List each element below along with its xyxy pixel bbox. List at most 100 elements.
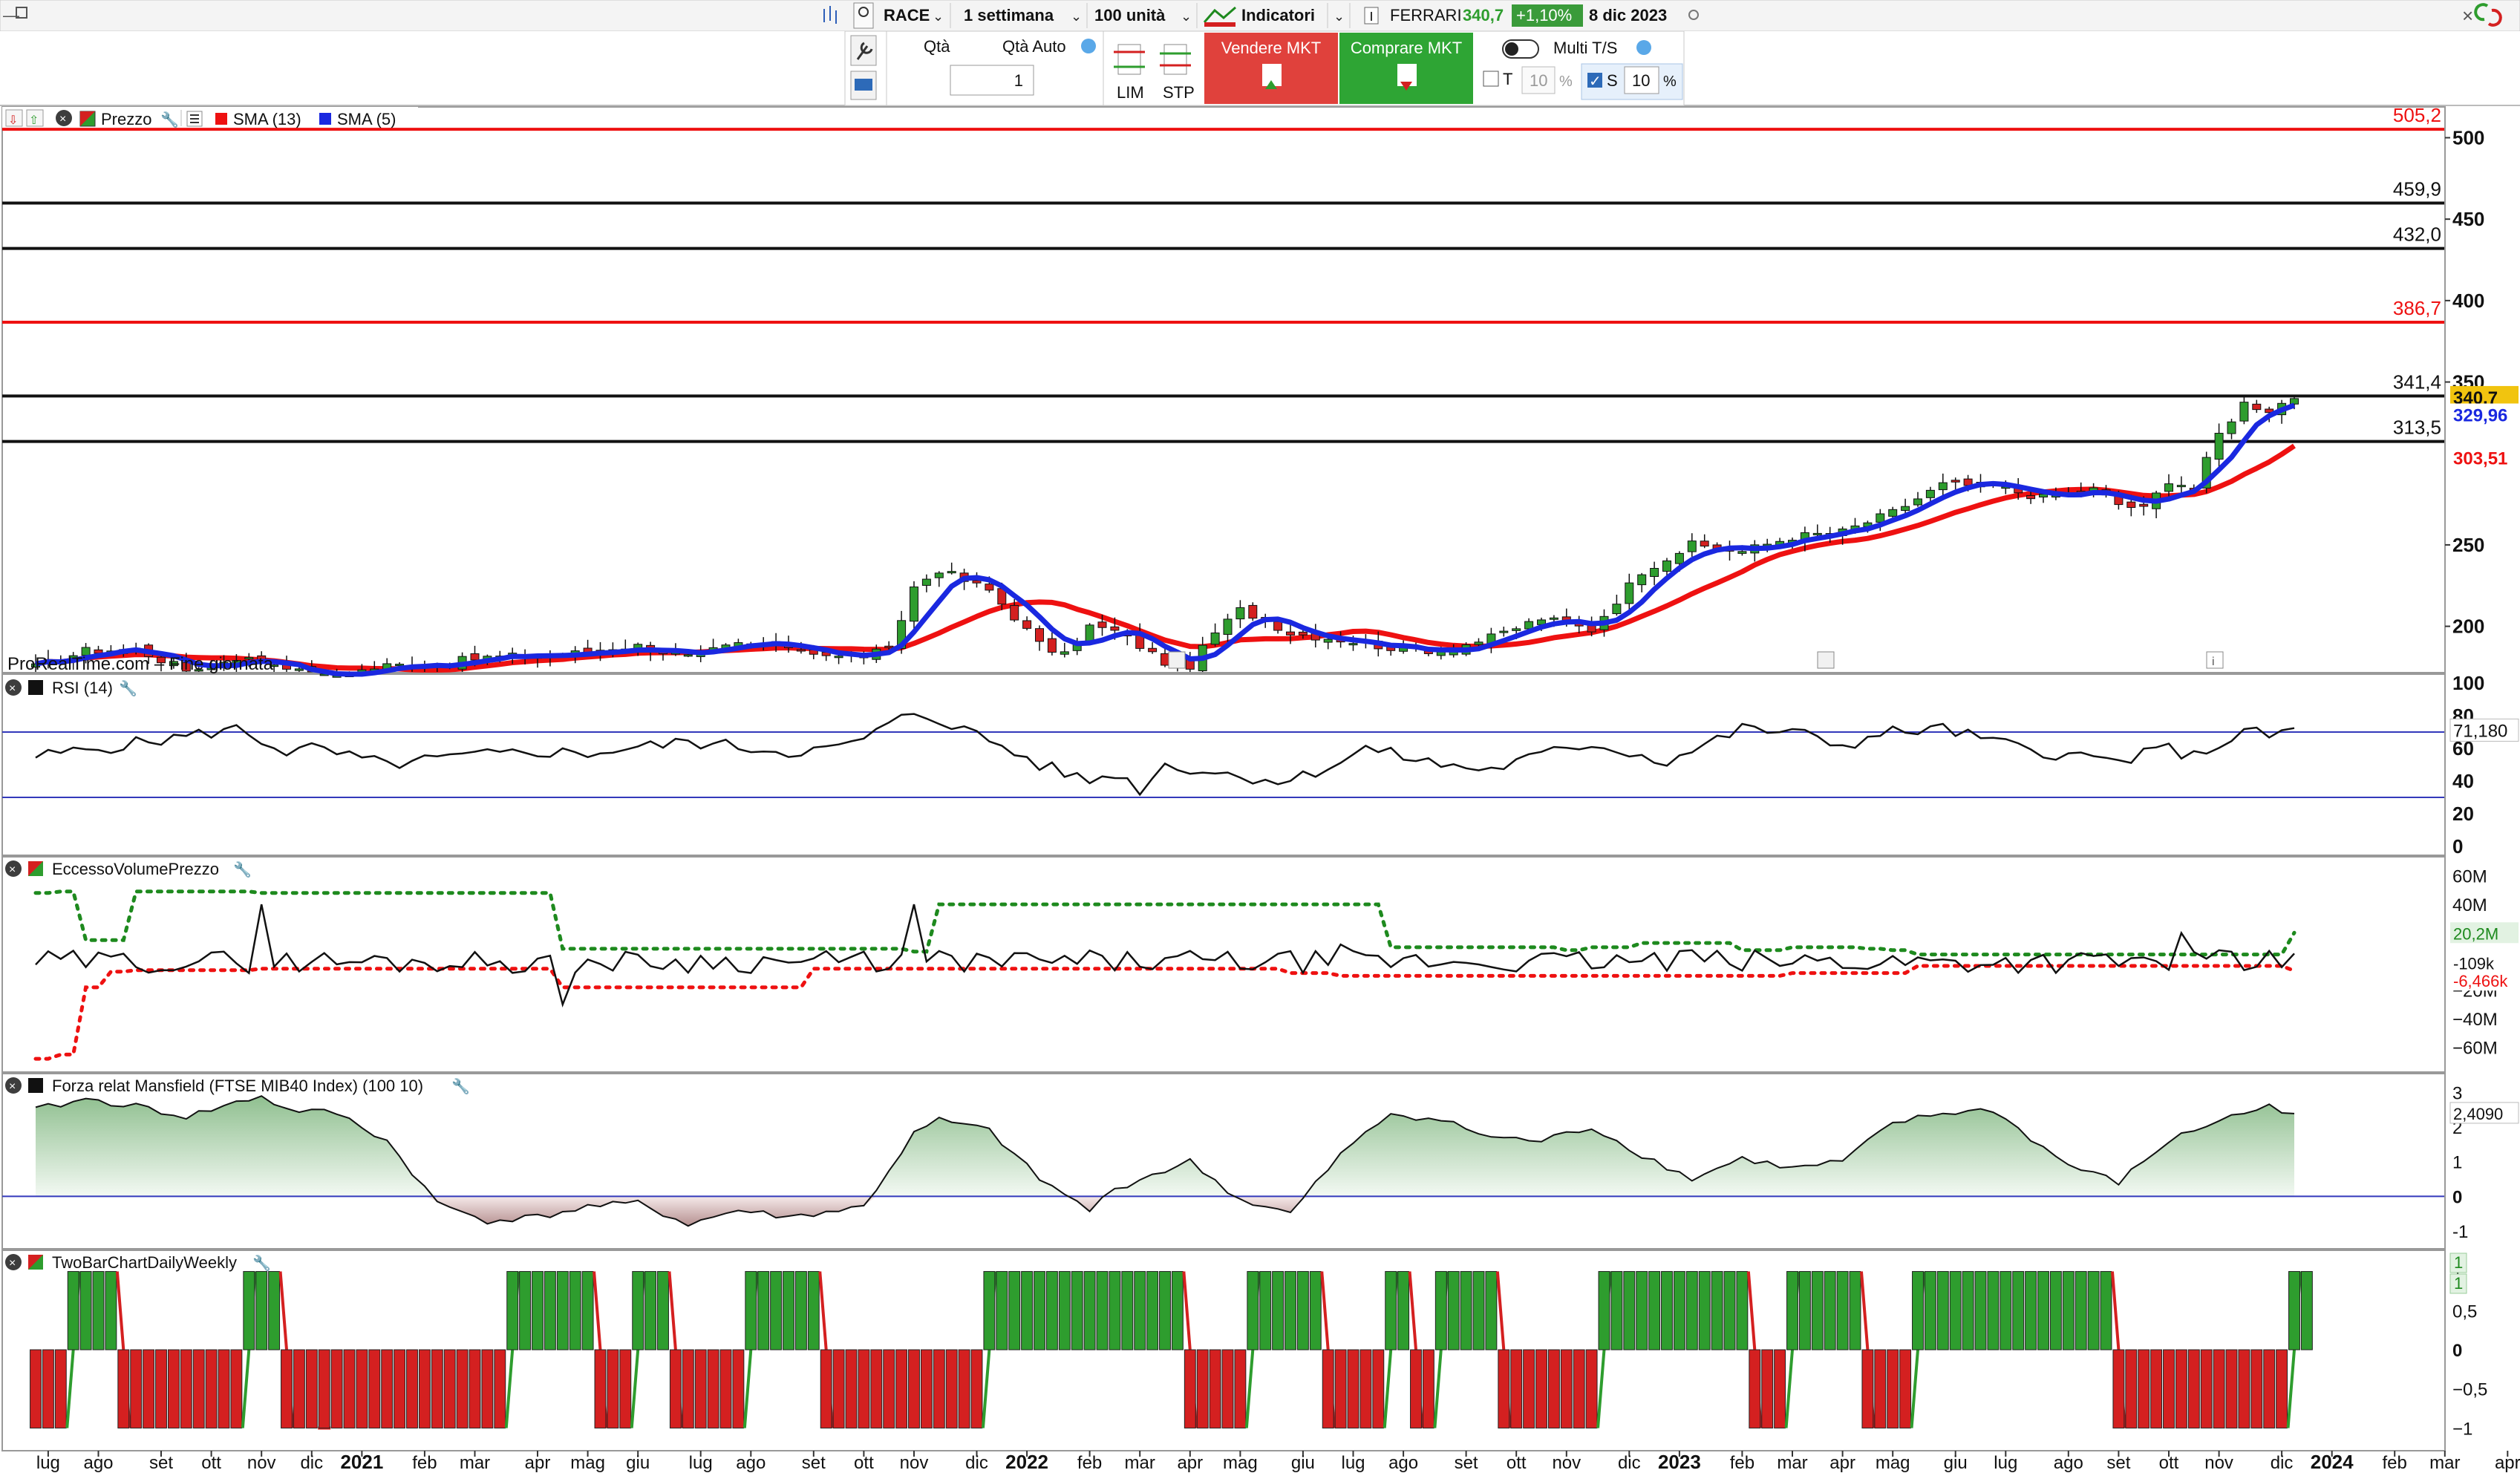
stp-button[interactable]: STP <box>1163 83 1195 102</box>
twobar-bar <box>1824 1271 1836 1350</box>
volume-lower-badge: -6,466k <box>2453 972 2508 990</box>
wrench-icon[interactable]: 🔧 <box>233 860 252 878</box>
chevron-down-icon[interactable]: ⌄ <box>1071 9 1082 24</box>
price-axis-label: 500 <box>2452 126 2484 148</box>
mansfield-axis-label: 1 <box>2452 1153 2462 1173</box>
wrench-icon[interactable]: 🔧 <box>119 679 137 697</box>
qta-label: Qtà <box>924 37 950 56</box>
twobar-bar <box>1008 1271 1021 1350</box>
chevron-down-icon[interactable]: ⌄ <box>1181 9 1192 24</box>
time-axis-year-label: 2022 <box>1005 1451 1048 1473</box>
limit-order-icon[interactable] <box>1114 44 1145 75</box>
chat-bubble-icon[interactable] <box>1636 40 1651 55</box>
list-icon[interactable] <box>186 111 203 127</box>
twobar-bar <box>1949 1271 1962 1350</box>
time-axis-month-label: ago <box>83 1453 113 1473</box>
twobar-bar <box>356 1349 368 1428</box>
time-axis-month-label: apr <box>1829 1453 1855 1473</box>
candle-body <box>1210 632 1220 645</box>
twobar-pane-header: × TwoBarChartDailyWeekly 🔧 <box>5 1253 271 1272</box>
dividend-event-icon[interactable] <box>1168 651 1186 669</box>
twobar-bar <box>832 1349 845 1428</box>
chart-canvas: — RACE ⌄ 1 settimana ⌄ 100 unità ⌄ Indic… <box>0 0 2520 1473</box>
twobar-bar <box>2175 1349 2187 1428</box>
lim-button[interactable]: LIM <box>1117 83 1144 102</box>
twobar-bar <box>707 1349 719 1428</box>
timeframe-label[interactable]: 1 settimana <box>964 6 1054 25</box>
volume-lower-band <box>33 964 2297 1061</box>
twobar-bar <box>657 1271 669 1350</box>
twobar-bar <box>632 1271 644 1350</box>
legend-sma5[interactable]: SMA (5) <box>337 110 396 128</box>
time-axis-month-label: mar <box>2429 1453 2460 1473</box>
t-checkbox[interactable] <box>1483 71 1499 87</box>
dividend-event-icon[interactable] <box>1817 651 1835 669</box>
time-axis-month-label: dic <box>965 1453 988 1473</box>
twobar-bar <box>1034 1271 1045 1350</box>
wrench-icon[interactable] <box>850 35 877 66</box>
time-axis-month-label: feb <box>2383 1453 2407 1473</box>
chevron-down-icon[interactable]: ⌄ <box>1334 9 1345 24</box>
twobar-bar <box>783 1271 794 1350</box>
volume-upper-badge: 20,2M <box>2453 924 2498 943</box>
twobar-bar <box>996 1271 1008 1350</box>
twobar-bar <box>431 1349 443 1428</box>
mansfield-positive-area <box>36 1096 2294 1197</box>
twobar-bar <box>1761 1349 1774 1428</box>
candle-body <box>1938 482 1948 491</box>
twobar-bar <box>1636 1271 1648 1350</box>
lock-icon[interactable] <box>853 2 874 29</box>
ticker-label[interactable]: RACE <box>884 6 930 25</box>
units-label[interactable]: 100 unità <box>1094 6 1166 25</box>
candle-body <box>2227 421 2236 434</box>
time-axis-month-label: mar <box>1125 1453 1155 1473</box>
price-level-label: 459,9 <box>2393 177 2441 200</box>
twobar-bar <box>343 1349 356 1428</box>
twobar-bar <box>1372 1349 1385 1428</box>
mansfield-title[interactable]: Forza relat Mansfield (FTSE MIB40 Index)… <box>52 1077 423 1095</box>
price-level-label: 505,2 <box>2393 104 2441 126</box>
twobar-bar <box>2200 1349 2213 1428</box>
wrench-icon[interactable]: 🔧 <box>252 1254 271 1272</box>
twobar-bar <box>2049 1271 2062 1350</box>
rsi-title[interactable]: RSI (14) <box>52 679 113 697</box>
chevron-down-icon[interactable]: ⌄ <box>933 9 944 24</box>
twobar-bar <box>1272 1271 1285 1350</box>
qta-auto-label[interactable]: Qtà Auto <box>1002 37 1066 56</box>
wrench-icon[interactable]: 🔧 <box>451 1077 470 1095</box>
legend-price[interactable]: Prezzo <box>101 110 151 128</box>
twobar-bar <box>2238 1349 2250 1428</box>
candle-body <box>1323 638 1333 643</box>
twobar-bar <box>2125 1349 2138 1428</box>
twobar-bar <box>1723 1271 1736 1350</box>
close-icon[interactable]: × <box>2462 4 2473 27</box>
multi-ts-toggle[interactable] <box>1502 39 1539 59</box>
twobar-bar <box>770 1271 783 1350</box>
volume-title[interactable]: EccessoVolumePrezzo <box>52 860 219 878</box>
instrument-info-icon[interactable] <box>1364 7 1379 25</box>
twobar-bar <box>1711 1271 1723 1350</box>
twobar-bar <box>1698 1271 1711 1350</box>
wrench-icon[interactable]: 🔧 <box>160 111 179 128</box>
quote-date: 8 dic 2023 <box>1589 6 1667 25</box>
info-event-icon[interactable] <box>2206 651 2224 669</box>
twobar-bar <box>1196 1349 1209 1428</box>
time-axis-month-label: mag <box>1223 1453 1258 1473</box>
indicators-button[interactable]: Indicatori <box>1241 6 1315 25</box>
volume-pane-header: × EccessoVolumePrezzo 🔧 <box>5 860 252 878</box>
stop-order-icon[interactable] <box>1160 44 1191 75</box>
twobar-bar <box>1296 1271 1309 1350</box>
rsi-axis-label: 100 <box>2452 672 2484 694</box>
twobar-bar <box>2150 1349 2163 1428</box>
twobar-bar <box>1096 1271 1109 1350</box>
keyboard-icon[interactable] <box>850 71 877 100</box>
candle-body <box>1097 621 1107 628</box>
last-price: 340,7 <box>1463 6 1504 25</box>
price-axis-label: 200 <box>2452 615 2484 638</box>
twobar-bar <box>2263 1349 2276 1428</box>
twobar-title[interactable]: TwoBarChartDailyWeekly <box>52 1253 237 1272</box>
twobar-bar <box>757 1271 770 1350</box>
multi-ts-label: Multi T/S <box>1553 39 1617 57</box>
legend-sma13[interactable]: SMA (13) <box>233 110 301 128</box>
chat-bubble-icon[interactable] <box>1081 39 1096 53</box>
